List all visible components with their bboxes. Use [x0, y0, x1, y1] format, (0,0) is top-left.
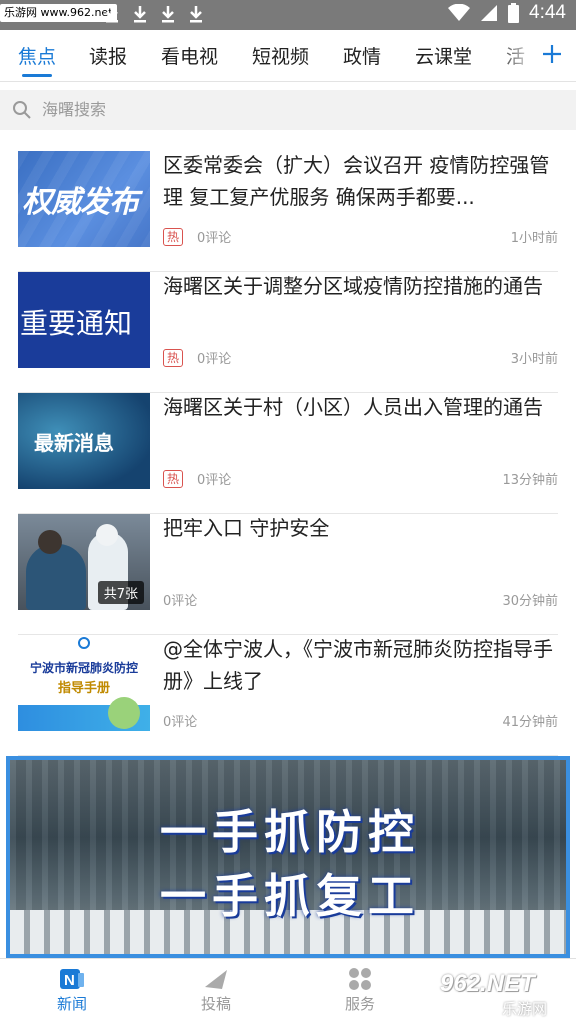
news-time: 1小时前 — [510, 231, 558, 246]
download-icon — [188, 3, 204, 25]
news-title: 海曙区关于村（小区）人员出入管理的通告 — [163, 395, 543, 419]
nav-submit[interactable]: 投稿 — [176, 967, 256, 1014]
thumbnail-text: 权威发布 — [22, 185, 139, 220]
news-time: 13分钟前 — [502, 473, 558, 488]
banner-line-1: 一手抓防控 — [160, 805, 420, 859]
clock: 4:44 — [529, 2, 566, 23]
signal-icon — [481, 5, 498, 21]
grid-icon — [349, 968, 371, 990]
banner-line-2: 一手抓复工 — [160, 869, 420, 923]
battery-icon — [508, 3, 520, 23]
wifi-icon — [448, 4, 471, 21]
news-item[interactable]: 重要通知 海曙区关于调整分区域疫情防控措施的通告 热 0评论 3小时前 — [18, 272, 558, 393]
news-meta: 热 0评论 13分钟前 — [163, 469, 558, 489]
nav-label: 投稿 — [200, 995, 231, 1013]
add-channel-button[interactable] — [536, 38, 568, 70]
news-time: 3小时前 — [510, 352, 558, 367]
nav-label: 新闻 — [56, 995, 87, 1013]
tab-cloud-class[interactable]: 云课堂 — [415, 42, 472, 69]
watermark-label: 乐游网 www.962.net — [0, 4, 117, 22]
search-icon — [13, 101, 31, 119]
hot-badge: 热 — [163, 469, 184, 488]
thumbnail-text: 最新消息 — [34, 431, 114, 455]
comment-count: 0评论 — [197, 231, 232, 246]
tabs-fade — [496, 30, 536, 82]
news-thumbnail: 共7张 — [18, 514, 150, 610]
notification-icons — [104, 3, 204, 25]
logo-icon — [78, 637, 90, 649]
news-title: 海曙区关于调整分区域疫情防控措施的通告 — [163, 274, 543, 298]
active-tab-indicator — [22, 74, 52, 77]
news-thumbnail: 最新消息 — [18, 393, 150, 489]
send-icon — [205, 970, 227, 989]
hot-badge: 热 — [163, 348, 184, 367]
news-title: 区委常委会（扩大）会议召开 疫情防控强管理 复工复产优服务 确保两手都要... — [163, 153, 550, 209]
news-item[interactable]: 权威发布 区委常委会（扩大）会议召开 疫情防控强管理 复工复产优服务 确保两手都… — [18, 151, 558, 272]
news-title: @全体宁波人，《宁波市新冠肺炎防控指导手册》上线了 — [163, 637, 553, 693]
tab-newspaper[interactable]: 读报 — [89, 42, 127, 69]
news-thumbnail: 权威发布 — [18, 151, 150, 247]
comment-count: 0评论 — [163, 715, 198, 730]
promo-banner[interactable]: 一手抓防控 一手抓复工 — [6, 756, 570, 958]
news-item[interactable]: 宁波市新冠肺炎防控 指导手册 @全体宁波人，《宁波市新冠肺炎防控指导手册》上线了… — [18, 635, 558, 756]
download-icon — [104, 3, 120, 25]
watermark-brand: 962.NET — [440, 970, 535, 997]
nav-service[interactable]: 服务 — [320, 967, 400, 1014]
divider — [0, 81, 576, 82]
status-bar: 乐游网 www.962.net 4:44 — [0, 0, 576, 30]
plus-icon — [543, 45, 561, 63]
news-icon: N — [60, 969, 84, 989]
comment-count: 0评论 — [197, 352, 232, 367]
tab-politics[interactable]: 政情 — [343, 42, 381, 69]
search-input[interactable] — [40, 99, 544, 120]
news-time: 30分钟前 — [502, 594, 558, 609]
news-meta: 热 0评论 3小时前 — [163, 348, 558, 368]
news-title: 把牢入口 守护安全 — [163, 516, 330, 540]
thumbnail-text: 重要通知 — [20, 307, 133, 340]
download-icon — [132, 3, 148, 25]
download-icon — [160, 3, 176, 25]
news-meta: 0评论 30分钟前 — [163, 590, 558, 610]
news-item[interactable]: 最新消息 海曙区关于村（小区）人员出入管理的通告 热 0评论 13分钟前 — [18, 393, 558, 514]
nav-label: 服务 — [344, 995, 375, 1013]
comment-count: 0评论 — [163, 594, 198, 609]
tab-focus[interactable]: 焦点 — [18, 42, 56, 69]
hot-badge: 热 — [163, 227, 184, 246]
news-item[interactable]: 共7张 把牢入口 守护安全 0评论 30分钟前 — [18, 514, 558, 635]
watermark-logo: 962.NET 乐游网 — [440, 970, 570, 1018]
news-thumbnail: 宁波市新冠肺炎防控 指导手册 — [18, 635, 150, 731]
svg-text:N: N — [64, 972, 75, 989]
tab-short-video[interactable]: 短视频 — [252, 42, 309, 69]
nav-news[interactable]: N 新闻 — [32, 967, 112, 1014]
news-thumbnail: 重要通知 — [18, 272, 150, 368]
tab-tv[interactable]: 看电视 — [161, 42, 218, 69]
channel-tabs: 焦点 读报 看电视 短视频 政情 云课堂 活 — [0, 30, 576, 82]
watermark-sub: 乐游网 — [502, 1000, 548, 1018]
photo-count-badge: 共7张 — [97, 581, 144, 604]
search-bar[interactable] — [0, 90, 576, 130]
news-time: 41分钟前 — [502, 715, 558, 730]
news-meta: 热 0评论 1小时前 — [163, 227, 558, 247]
thumbnail-text: 宁波市新冠肺炎防控 — [29, 661, 138, 675]
comment-count: 0评论 — [197, 473, 232, 488]
thumbnail-subtext: 指导手册 — [57, 681, 110, 696]
news-meta: 0评论 41分钟前 — [163, 711, 558, 731]
